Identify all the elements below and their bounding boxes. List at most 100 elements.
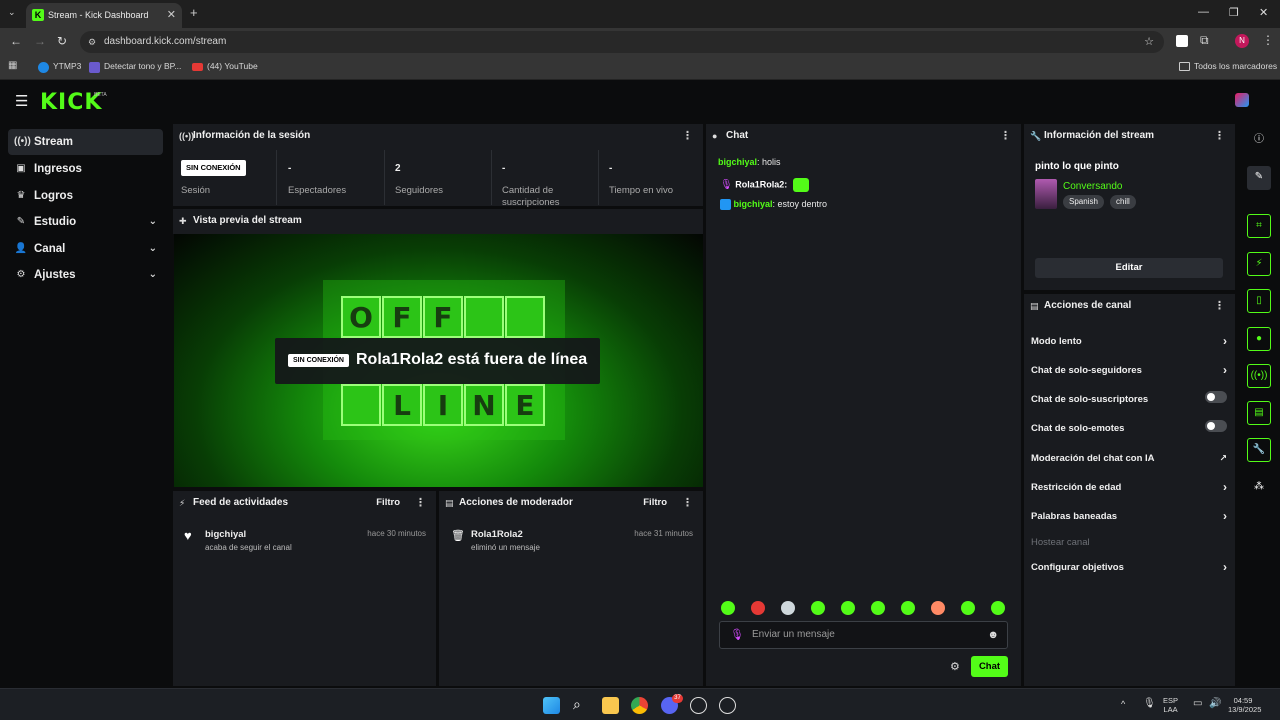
chrome-icon[interactable] bbox=[631, 697, 648, 714]
user-avatar[interactable] bbox=[1235, 93, 1249, 107]
more-options-icon[interactable]: ⋮ bbox=[1214, 294, 1225, 318]
edit-pencil-icon[interactable]: ✎ bbox=[1247, 166, 1271, 190]
activity-feed-panel: ⚡ Feed de actividades Filtro ⋮ ♥ bigchiy… bbox=[173, 491, 436, 686]
lightning-icon[interactable]: ⚡ bbox=[1247, 252, 1271, 276]
tab-close-icon[interactable]: ✕ bbox=[167, 3, 176, 28]
broadcast-icon[interactable]: ((•)) bbox=[1247, 364, 1271, 388]
slow-mode-action[interactable]: Modo lento › bbox=[1031, 334, 1227, 348]
chat-username[interactable]: Rola1Rola2 bbox=[735, 179, 784, 189]
more-options-icon[interactable]: ⋮ bbox=[682, 491, 693, 515]
sidebar-item-stream[interactable]: ((•)) Stream bbox=[8, 129, 163, 155]
windows-start-icon[interactable] bbox=[543, 697, 560, 714]
maximize-icon[interactable]: ❐ bbox=[1229, 6, 1239, 19]
nodes-icon[interactable]: ⁂ bbox=[1247, 476, 1271, 500]
offline-overlay: SIN CONEXIÓN Rola1Rola2 está fuera de lí… bbox=[275, 338, 600, 384]
more-options-icon[interactable]: ⋮ bbox=[682, 124, 693, 148]
subscribers-only-toggle[interactable] bbox=[1205, 391, 1227, 403]
edit-stream-button[interactable]: Editar bbox=[1035, 258, 1223, 278]
taskbar-search-icon[interactable]: ⌕ bbox=[573, 697, 590, 714]
chat-username[interactable]: bigchiyal bbox=[718, 157, 757, 167]
gear-icon: ⚙ bbox=[16, 269, 26, 280]
browser-menu-icon[interactable]: ⋮ bbox=[1262, 33, 1274, 47]
moderator-filter-button[interactable]: Filtro bbox=[643, 491, 667, 515]
clock[interactable]: 04:59 13/9/2025 bbox=[1228, 696, 1261, 714]
microphone-icon: 🎙 bbox=[730, 629, 744, 641]
window-close-icon[interactable]: ✕ bbox=[1259, 6, 1268, 19]
banned-words-action[interactable]: Palabras baneadas › bbox=[1031, 509, 1227, 523]
viewers-label: Espectadores bbox=[288, 185, 347, 196]
activity-feed-header: ⚡ Feed de actividades Filtro ⋮ bbox=[173, 491, 436, 515]
extension-icon[interactable] bbox=[1176, 35, 1188, 47]
url-input[interactable]: ⚙ dashboard.kick.com/stream ☆ bbox=[80, 31, 1164, 53]
tray-expand-icon[interactable]: ^ bbox=[1121, 699, 1125, 709]
emote-icon[interactable] bbox=[811, 601, 825, 615]
chat-username[interactable]: bigchiyal bbox=[734, 199, 773, 209]
minimize-icon[interactable]: — bbox=[1198, 6, 1209, 18]
sidebar-item-ingresos[interactable]: ▣ Ingresos bbox=[8, 156, 163, 182]
emote-icon[interactable] bbox=[931, 601, 945, 615]
tab-search-icon[interactable]: ⌄ bbox=[8, 7, 16, 18]
network-icon[interactable]: ▭ bbox=[1193, 698, 1202, 709]
bookmark-detectar-tono[interactable]: Detectar tono y BP... bbox=[89, 61, 181, 73]
file-explorer-icon[interactable] bbox=[602, 697, 619, 714]
bookmark-star-icon[interactable]: ☆ bbox=[1144, 31, 1154, 53]
emote-icon[interactable] bbox=[991, 601, 1005, 615]
chat-settings-gear-icon[interactable]: ⚙ bbox=[950, 660, 960, 673]
subscriptions-stat: - Cantidad de suscripciones bbox=[492, 150, 599, 208]
emote-icon[interactable] bbox=[721, 601, 735, 615]
sidebar-item-estudio[interactable]: ✎ Estudio ⌄ bbox=[8, 209, 163, 235]
activity-user[interactable]: bigchiyal bbox=[205, 529, 246, 540]
activity-filter-button[interactable]: Filtro bbox=[376, 491, 400, 515]
emote-icon[interactable] bbox=[841, 601, 855, 615]
back-icon[interactable]: ← bbox=[10, 34, 22, 48]
bookmarks-bar: ▦ YTMP3 Detectar tono y BP... (44) YouTu… bbox=[0, 56, 1280, 80]
ai-moderation-action[interactable]: Moderación del chat con IA ↗ bbox=[1031, 453, 1227, 464]
tray-microphone-icon[interactable]: 🎙 bbox=[1143, 698, 1156, 709]
app-icon[interactable] bbox=[719, 697, 736, 714]
emote-icon[interactable] bbox=[751, 601, 765, 615]
sidebar-item-logros[interactable]: ♛ Logros bbox=[8, 183, 163, 209]
volume-icon[interactable]: 🔊 bbox=[1209, 698, 1221, 709]
more-options-icon[interactable]: ⋮ bbox=[1000, 124, 1011, 148]
site-info-icon[interactable]: ⚙ bbox=[88, 31, 96, 53]
send-chat-button[interactable]: Chat bbox=[971, 656, 1008, 677]
moderator-user[interactable]: Rola1Rola2 bbox=[471, 529, 523, 540]
sidebar-item-ajustes[interactable]: ⚙ Ajustes ⌄ bbox=[8, 262, 163, 288]
profile-avatar[interactable]: N bbox=[1235, 34, 1249, 48]
emote-icon[interactable] bbox=[901, 601, 915, 615]
category-name[interactable]: Conversando bbox=[1063, 181, 1122, 192]
emotes-only-toggle[interactable] bbox=[1205, 420, 1227, 432]
info-icon[interactable]: ⓘ bbox=[1247, 129, 1271, 153]
age-restriction-action[interactable]: Restricción de edad › bbox=[1031, 480, 1227, 494]
chat-message-input[interactable]: 🎙 Enviar un mensaje ☻ bbox=[719, 621, 1008, 649]
emoji-picker-icon[interactable]: ☻ bbox=[987, 622, 999, 648]
extensions-puzzle-icon[interactable]: ⧉ bbox=[1200, 33, 1209, 48]
letter-tile: L bbox=[382, 384, 422, 426]
bookmark-youtube[interactable]: (44) YouTube bbox=[192, 61, 258, 71]
browser-tab[interactable]: K Stream - Kick Dashboard ✕ bbox=[26, 3, 182, 28]
reload-icon[interactable]: ↻ bbox=[57, 34, 67, 48]
forward-icon[interactable]: → bbox=[34, 34, 46, 48]
document-icon[interactable]: ▯ bbox=[1247, 289, 1271, 313]
more-options-icon[interactable]: ⋮ bbox=[1214, 124, 1225, 148]
money-icon: ▣ bbox=[16, 163, 26, 174]
bookmarks-folder[interactable]: Todos los marcadores bbox=[1179, 61, 1277, 71]
wrench-icon[interactable]: 🔧 bbox=[1247, 438, 1271, 462]
more-options-icon[interactable]: ⋮ bbox=[415, 491, 426, 515]
apps-grid-icon[interactable]: ▦ bbox=[8, 60, 17, 71]
bookmark-ytmp3[interactable]: YTMP3 bbox=[38, 61, 81, 73]
configure-goals-action[interactable]: Configurar objetivos › bbox=[1031, 560, 1227, 574]
hamburger-menu-icon[interactable]: ☰ bbox=[15, 92, 28, 110]
clipboard-icon[interactable]: ▤ bbox=[1247, 401, 1271, 425]
emote-icon[interactable] bbox=[781, 601, 795, 615]
language-indicator[interactable]: ESP LAA bbox=[1163, 696, 1178, 714]
sidebar-item-canal[interactable]: 👤 Canal ⌄ bbox=[8, 236, 163, 262]
crop-icon[interactable]: ⌗ bbox=[1247, 214, 1271, 238]
stream-preview-title: Vista previa del stream bbox=[193, 215, 302, 226]
new-tab-icon[interactable]: + bbox=[190, 5, 198, 20]
obs-icon[interactable] bbox=[690, 697, 707, 714]
chat-bubble-icon[interactable]: ● bbox=[1247, 327, 1271, 351]
emote-icon[interactable] bbox=[871, 601, 885, 615]
emote-icon[interactable] bbox=[961, 601, 975, 615]
followers-only-chat-action[interactable]: Chat de solo-seguidores › bbox=[1031, 363, 1227, 377]
